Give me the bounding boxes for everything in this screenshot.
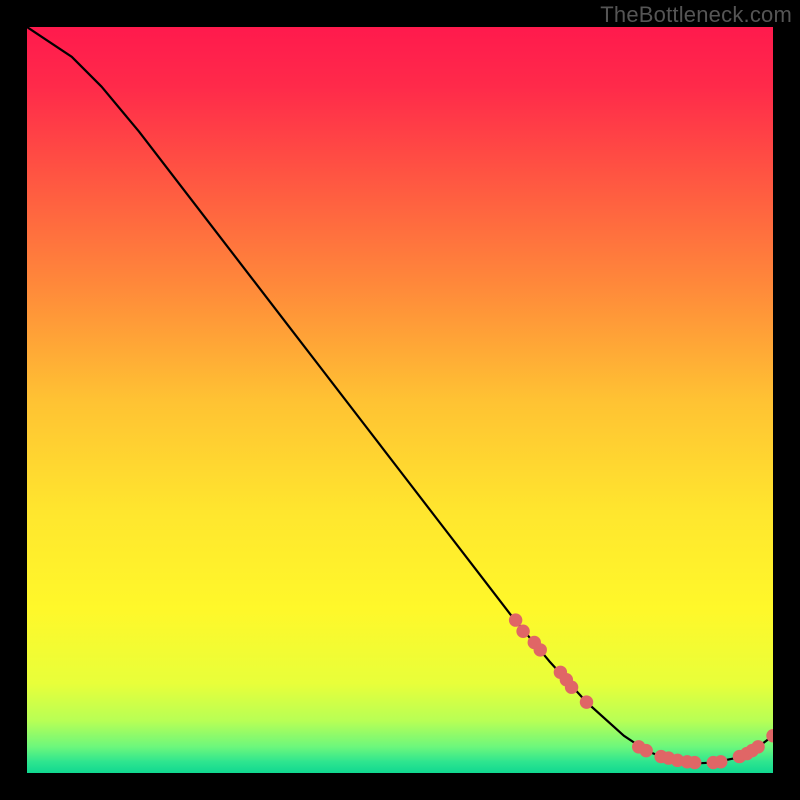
marker-dot — [714, 755, 727, 768]
watermark-text: TheBottleneck.com — [600, 2, 792, 28]
marker-dot — [509, 613, 522, 626]
marker-dot — [516, 625, 529, 638]
marker-dot — [751, 740, 764, 753]
marker-dot — [534, 643, 547, 656]
marker-dot — [565, 681, 578, 694]
chart-frame: TheBottleneck.com — [0, 0, 800, 800]
marker-dot — [688, 756, 701, 769]
plot-area — [27, 27, 773, 773]
marker-dot — [580, 695, 593, 708]
gradient-background — [27, 27, 773, 773]
marker-dot — [639, 744, 652, 757]
chart-svg — [27, 27, 773, 773]
